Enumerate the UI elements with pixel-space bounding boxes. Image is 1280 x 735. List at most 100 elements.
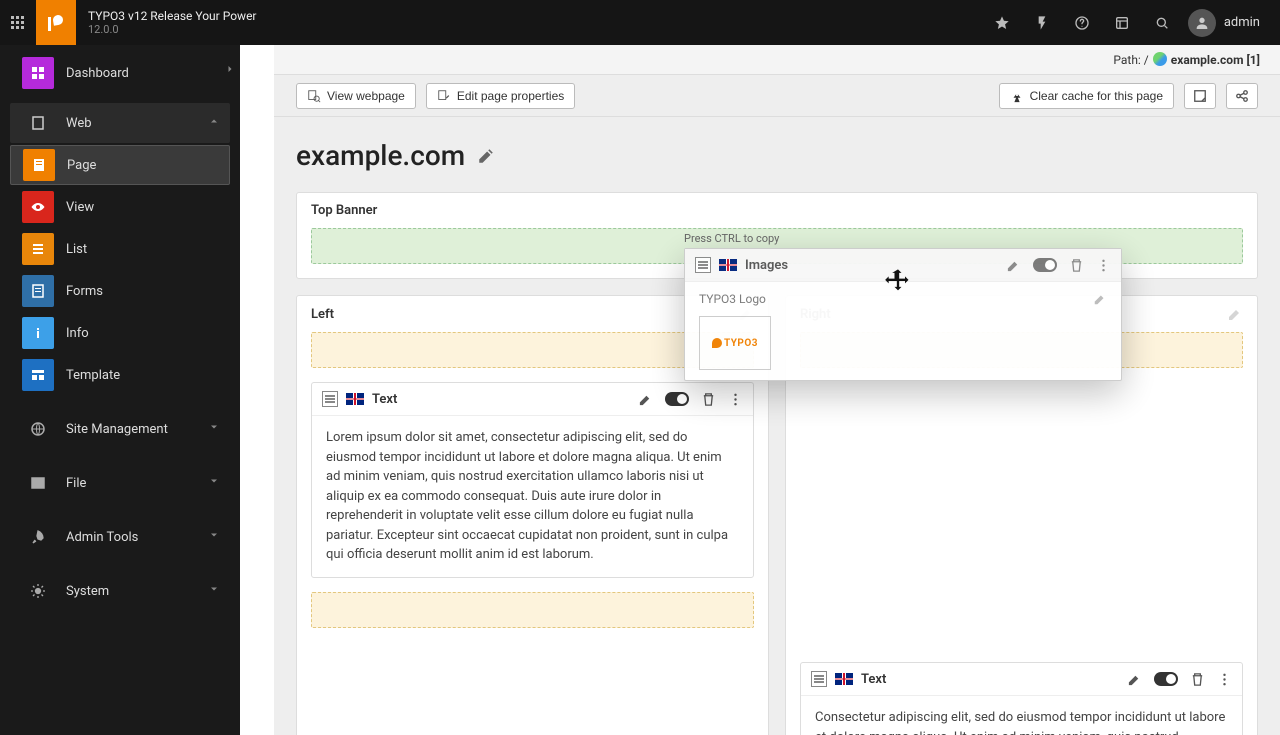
sidebar-item-page[interactable]: Page bbox=[10, 145, 230, 185]
edit-page-properties-button[interactable]: Edit page properties bbox=[426, 83, 575, 109]
web-group-icon bbox=[22, 107, 54, 139]
notifications-icon[interactable] bbox=[1104, 0, 1140, 45]
typo3-logo-icon bbox=[48, 15, 64, 31]
dropzone-right-top[interactable] bbox=[800, 332, 1243, 368]
content-element-text-left[interactable]: Text Lorem ipsum dolor sit amet, consect… bbox=[311, 382, 754, 578]
clear-cache-button[interactable]: Clear cache for this page bbox=[999, 83, 1174, 109]
chevron-down-icon bbox=[208, 421, 220, 437]
page-icon bbox=[23, 149, 55, 181]
more-icon[interactable] bbox=[1217, 672, 1232, 687]
sidebar-group-file[interactable]: File bbox=[10, 463, 230, 503]
sidebar-item-template[interactable]: Template bbox=[10, 355, 230, 395]
avatar bbox=[1188, 9, 1216, 37]
edit-icon[interactable] bbox=[1127, 672, 1142, 687]
column-left: Left Text bbox=[296, 295, 769, 735]
section-left: Left Text bbox=[296, 295, 769, 735]
sidebar-label: List bbox=[66, 242, 87, 257]
path-prefix: Path: / bbox=[1113, 53, 1148, 67]
dropzone-left-top[interactable] bbox=[311, 332, 754, 368]
content-element-text-right[interactable]: Text Consectetur adipiscing elit, sed do… bbox=[800, 662, 1243, 735]
drag-hint: Press CTRL to copy bbox=[684, 232, 779, 245]
sidebar-label: System bbox=[66, 584, 109, 599]
ce-type-label: Text bbox=[861, 672, 886, 687]
search-icon[interactable] bbox=[1144, 0, 1180, 45]
apps-menu-button[interactable] bbox=[0, 0, 36, 45]
button-label: Edit page properties bbox=[457, 89, 564, 103]
topbar-right: admin bbox=[984, 0, 1270, 45]
sidebar-item-list[interactable]: List bbox=[10, 229, 230, 269]
rocket-icon bbox=[22, 521, 54, 553]
username-label: admin bbox=[1224, 15, 1260, 30]
ce-tools bbox=[638, 392, 743, 407]
chevron-down-icon bbox=[208, 529, 220, 545]
sidebar-label: Web bbox=[66, 116, 92, 131]
edit-column-icon[interactable] bbox=[1227, 306, 1243, 322]
language-flag-icon bbox=[835, 673, 853, 685]
path-page[interactable]: example.com [1] bbox=[1171, 53, 1260, 67]
sidebar-label: Admin Tools bbox=[66, 530, 138, 545]
template-icon bbox=[22, 359, 54, 391]
sidebar-label: Forms bbox=[66, 284, 103, 299]
doc-body: example.com Top Banner Left bbox=[274, 117, 1280, 735]
dashboard-icon bbox=[22, 57, 54, 89]
edit-column-icon[interactable] bbox=[738, 306, 754, 322]
ce-type-icon bbox=[811, 671, 827, 687]
note-button[interactable] bbox=[1184, 83, 1216, 109]
list-icon bbox=[22, 233, 54, 265]
section-header: Right bbox=[786, 296, 1257, 332]
language-flag-icon bbox=[346, 393, 364, 405]
content-pane: Path: / example.com [1] View webpage Edi… bbox=[240, 45, 1280, 735]
sidebar-label: Template bbox=[66, 368, 120, 383]
sidebar-item-dashboard[interactable]: Dashboard bbox=[10, 53, 230, 93]
module-sidebar: Dashboard Web Page View List Forms bbox=[0, 45, 240, 735]
sidebar-item-forms[interactable]: Forms bbox=[10, 271, 230, 311]
ce-type-icon bbox=[322, 391, 338, 407]
info-icon bbox=[22, 317, 54, 349]
share-button[interactable] bbox=[1226, 83, 1258, 109]
sidebar-group-admin-tools[interactable]: Admin Tools bbox=[10, 517, 230, 557]
document-area: Path: / example.com [1] View webpage Edi… bbox=[274, 45, 1280, 735]
gear-icon bbox=[22, 575, 54, 607]
sidebar-label: Page bbox=[67, 158, 96, 173]
typo3-logo[interactable] bbox=[36, 0, 76, 45]
section-title: Left bbox=[311, 307, 334, 322]
chevron-down-icon bbox=[208, 475, 220, 491]
trash-icon[interactable] bbox=[701, 392, 716, 407]
sidebar-group-web[interactable]: Web bbox=[10, 103, 230, 143]
trash-icon[interactable] bbox=[1190, 672, 1205, 687]
topbar-left: TYPO3 v12 Release Your Power 12.0.0 bbox=[0, 0, 257, 45]
visibility-toggle[interactable] bbox=[1154, 672, 1178, 686]
ce-tools bbox=[1127, 672, 1232, 687]
site-title: TYPO3 v12 Release Your Power 12.0.0 bbox=[88, 9, 257, 37]
sidebar-group-site-management[interactable]: Site Management bbox=[10, 409, 230, 449]
sidebar-label: Site Management bbox=[66, 422, 168, 437]
chevron-down-icon bbox=[208, 583, 220, 599]
user-menu[interactable]: admin bbox=[1184, 9, 1270, 37]
site-globe-icon bbox=[1153, 52, 1167, 66]
section-right: Right Text bbox=[785, 295, 1258, 735]
section-header: Top Banner bbox=[297, 193, 1257, 228]
edit-icon[interactable] bbox=[638, 392, 653, 407]
button-label: Clear cache for this page bbox=[1030, 89, 1163, 103]
edit-title-icon[interactable] bbox=[477, 147, 495, 165]
product-name: TYPO3 v12 Release Your Power bbox=[88, 9, 257, 23]
more-icon[interactable] bbox=[728, 392, 743, 407]
sidebar-label: Dashboard bbox=[66, 66, 129, 81]
dropzone-left-bottom[interactable] bbox=[311, 592, 754, 628]
globe-icon bbox=[22, 413, 54, 445]
forms-icon bbox=[22, 275, 54, 307]
section-title: Right bbox=[800, 307, 831, 322]
sidebar-group-system[interactable]: System bbox=[10, 571, 230, 611]
bookmark-icon[interactable] bbox=[984, 0, 1020, 45]
doc-toolbar: View webpage Edit page properties Clear … bbox=[274, 75, 1280, 117]
ce-header: Text bbox=[801, 663, 1242, 696]
flash-icon[interactable] bbox=[1024, 0, 1060, 45]
visibility-toggle[interactable] bbox=[665, 392, 689, 406]
sidebar-label: Info bbox=[66, 326, 89, 341]
help-icon[interactable] bbox=[1064, 0, 1100, 45]
sidebar-item-view[interactable]: View bbox=[10, 187, 230, 227]
button-label: View webpage bbox=[327, 89, 405, 103]
sidebar-item-info[interactable]: Info bbox=[10, 313, 230, 353]
view-webpage-button[interactable]: View webpage bbox=[296, 83, 416, 109]
product-version: 12.0.0 bbox=[88, 23, 257, 36]
